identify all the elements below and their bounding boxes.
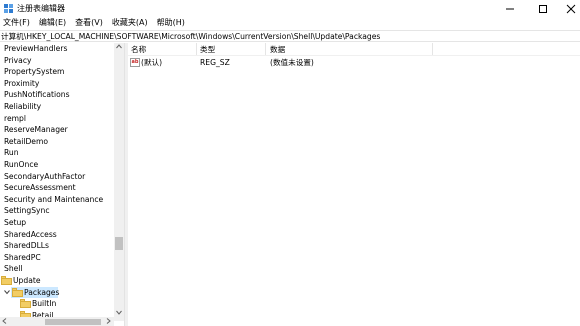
tree-item-label: SharedAccess — [4, 229, 57, 239]
tree-item-label: Reliability — [4, 102, 42, 111]
close-icon — [566, 4, 576, 13]
tree-item-label: SharedDLLs — [4, 241, 49, 251]
menu-bar: 文件(F) 编辑(E) 查看(V) 收藏夹(A) 帮助(H) — [0, 17, 580, 30]
tree-item-label: SharedPC — [4, 252, 41, 262]
maximize-icon — [539, 4, 547, 13]
title-bar: 注册表编辑器 — [0, 0, 580, 17]
menu-edit[interactable]: 编辑(E) — [37, 17, 68, 30]
values-list: 名称 类型 数据 ab (默认) REG_SZ (数值未设置) — [128, 43, 580, 326]
tree-item-label: PropertySystem — [4, 67, 65, 77]
tree-item-label: RetailDemo — [4, 136, 49, 146]
column-divider[interactable] — [265, 43, 266, 55]
minimize-icon — [506, 8, 514, 9]
value-data: (数值未设置) — [270, 58, 314, 67]
column-header-name[interactable]: 名称 — [131, 44, 146, 55]
scroll-up-icon[interactable] — [116, 44, 122, 49]
minimize-button[interactable] — [495, 0, 525, 17]
folder-icon — [1, 276, 12, 285]
tree-item-label: Shell — [4, 264, 23, 274]
tree-item-label: RunOnce — [4, 160, 39, 169]
menu-favorites[interactable]: 收藏夹(A) — [110, 17, 150, 30]
column-divider[interactable] — [196, 43, 197, 55]
scroll-right-icon[interactable] — [106, 318, 111, 324]
folder-icon — [20, 299, 31, 309]
tree-item-update[interactable]: Update — [0, 275, 114, 286]
value-type: REG_SZ — [200, 58, 230, 67]
ab-string-icon: ab — [130, 58, 140, 67]
registry-tree: PreviewHandlers Privacy PropertySystem P… — [0, 43, 124, 326]
tree-item-label: SecureAssessment — [4, 183, 76, 193]
tree-item-label: BuiltIn — [32, 299, 57, 309]
tree-item-label: Privacy — [4, 55, 32, 65]
tree-item-label: Packages — [24, 287, 60, 297]
tree-item-packages[interactable]: Packages — [0, 287, 114, 298]
scroll-thumb[interactable] — [45, 319, 101, 325]
window-title: 注册表编辑器 — [17, 4, 65, 13]
table-row[interactable]: ab (默认) REG_SZ (数值未设置) — [128, 57, 580, 69]
tree-item-builtin[interactable]: BuiltIn — [0, 298, 114, 309]
address-bar[interactable]: 计算机\HKEY_LOCAL_MACHINE\SOFTWARE\Microsof… — [0, 30, 580, 42]
column-header-data[interactable]: 数据 — [270, 44, 285, 55]
address-path[interactable]: 计算机\HKEY_LOCAL_MACHINE\SOFTWARE\Microsof… — [1, 32, 380, 42]
chevron-down-icon[interactable] — [3, 288, 11, 296]
column-divider[interactable] — [432, 43, 433, 55]
value-name: (默认) — [141, 58, 163, 67]
column-headers: 名称 类型 数据 — [128, 43, 580, 56]
tree-item-label: ReserveManager — [4, 125, 68, 135]
tree-item-label: rempl — [4, 113, 26, 123]
close-button[interactable] — [556, 0, 580, 17]
tree-item-label: Proximity — [4, 78, 40, 88]
menu-help[interactable]: 帮助(H) — [155, 17, 187, 30]
tree-vertical-scrollbar[interactable] — [114, 43, 124, 321]
scroll-thumb[interactable] — [115, 237, 123, 250]
registry-editor-icon — [4, 4, 13, 13]
folder-open-icon — [12, 287, 23, 297]
tree-item-label: PreviewHandlers — [4, 44, 68, 53]
tree-item-label: Security and Maintenance — [4, 194, 104, 204]
menu-file[interactable]: 文件(F) — [0, 17, 32, 30]
maximize-button[interactable] — [528, 0, 558, 17]
tree-item-label: Setup — [4, 218, 27, 227]
scroll-down-icon[interactable] — [116, 310, 122, 315]
scroll-left-icon[interactable] — [2, 318, 7, 324]
tree-item-label: SettingSync — [4, 206, 50, 216]
column-header-type[interactable]: 类型 — [200, 44, 215, 55]
tree-item-label: Run — [4, 148, 19, 158]
tree-horizontal-scrollbar[interactable] — [0, 317, 114, 326]
tree-item-label: SecondaryAuthFactor — [4, 171, 86, 181]
tree-item-label: Update — [13, 276, 41, 285]
menu-view[interactable]: 查看(V) — [73, 17, 105, 30]
tree-item-label: PushNotifications — [4, 90, 70, 100]
